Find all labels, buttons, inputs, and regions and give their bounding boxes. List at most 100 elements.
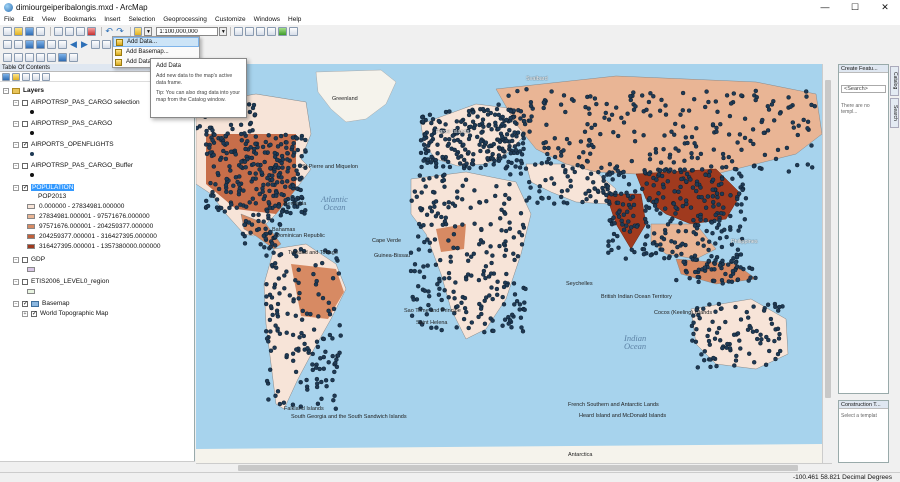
catalog-tab[interactable]: Catalog [890,66,899,96]
paste-icon[interactable] [75,27,85,36]
layer-row[interactable]: − AIRPORTS_OPENFLIGHTS [13,140,114,149]
back-extent-icon[interactable]: ◀ [69,40,78,49]
delete-icon[interactable] [86,27,96,36]
layer-visibility-checkbox[interactable] [22,141,28,148]
collapse-icon[interactable]: − [13,99,19,106]
list-by-source-icon[interactable] [12,72,20,81]
menu-help[interactable]: Help [284,16,305,23]
identify-icon[interactable] [3,53,12,62]
layer-row-population[interactable]: − POPULATION [13,183,75,192]
layer-row[interactable]: + World Topographic Map [22,309,108,318]
layer-row[interactable]: − ETIS2006_LEVEL0_region [13,277,109,286]
pan-icon[interactable] [25,40,34,49]
map-scale-input[interactable] [156,27,219,36]
toc-options-icon[interactable] [42,72,50,81]
collapse-icon[interactable]: − [3,87,9,94]
save-icon[interactable] [24,27,34,36]
menu-item-add-basemap[interactable]: Add Basemap... [113,47,199,57]
menu-windows[interactable]: Windows [250,16,284,23]
collapse-icon[interactable]: − [13,162,19,169]
cut-icon[interactable] [53,27,63,36]
arctoolbox-icon[interactable] [278,27,288,36]
html-popup-icon[interactable] [47,53,56,62]
layer-visibility-checkbox[interactable] [22,120,28,127]
layers-root[interactable]: − Layers [3,86,44,95]
layer-visibility-checkbox[interactable] [22,184,28,191]
create-viewer-icon[interactable] [69,53,78,62]
list-by-visibility-icon[interactable] [22,72,30,81]
menu-customize[interactable]: Customize [211,16,250,23]
find-icon[interactable] [14,53,23,62]
copy-icon[interactable] [64,27,74,36]
open-folder-icon[interactable] [13,27,23,36]
forward-extent-icon[interactable]: ▶ [80,40,89,49]
clear-selection-icon[interactable] [102,40,111,49]
layer-visibility-checkbox[interactable] [22,162,28,169]
layer-row[interactable]: − AIRPOTRSP_PAS_CARGO_Buffer [13,161,133,170]
new-document-icon[interactable] [3,27,12,36]
list-by-selection-icon[interactable] [32,72,40,81]
airport-point [698,151,704,157]
print-icon[interactable] [35,27,45,36]
layer-row[interactable]: − GDP [13,255,45,264]
search-tab[interactable]: Search [890,98,899,128]
zoom-in-icon[interactable] [3,40,12,49]
menu-file[interactable]: File [0,16,18,23]
time-slider-icon[interactable] [58,53,67,62]
editor-toolbar-icon[interactable] [234,27,244,36]
python-window-icon[interactable] [289,27,299,36]
layer-visibility-checkbox[interactable] [22,278,28,285]
list-by-drawing-order-icon[interactable] [2,72,10,81]
hyperlink-icon[interactable] [36,53,45,62]
template-search-input[interactable]: <Search> [841,85,886,93]
menu-insert[interactable]: Insert [100,16,124,23]
add-data-dropdown-icon[interactable]: ▼ [144,27,153,36]
scale-dropdown-icon[interactable]: ▼ [219,27,228,36]
menu-bookmarks[interactable]: Bookmarks [60,16,101,23]
collapse-icon[interactable]: − [13,120,19,127]
airport-point [284,269,289,274]
map-horizontal-scrollbar[interactable] [196,463,832,471]
undo-icon[interactable]: ↶ [105,27,114,36]
table-of-contents-icon[interactable] [245,27,255,36]
catalog-icon[interactable] [256,27,266,36]
scrollbar-thumb[interactable] [825,80,831,398]
redo-icon[interactable]: ↷ [116,27,125,36]
layer-row[interactable]: − AIRPOTRSP_PAS_CARGO selection [13,98,140,107]
layer-visibility-checkbox[interactable] [31,310,37,317]
collapse-icon[interactable]: − [13,256,19,263]
minimize-button[interactable]: — [810,0,840,14]
select-features-icon[interactable] [91,40,100,49]
expand-icon[interactable]: + [22,310,28,317]
airport-point [469,273,474,278]
maximize-button[interactable]: ☐ [840,0,870,14]
airport-point [471,251,476,257]
collapse-icon[interactable]: − [13,300,19,307]
world-map[interactable] [196,64,822,463]
full-extent-icon[interactable] [36,40,45,49]
map-view[interactable]: Greenland St Pierre and Miquelon Atlanti… [196,64,822,463]
label-south-georgia: South Georgia and the South Sandwich Isl… [291,414,407,420]
close-button[interactable]: ✕ [870,0,900,14]
collapse-icon[interactable]: − [13,278,19,285]
layer-row-basemap[interactable]: − Basemap [13,299,69,308]
zoom-out-icon[interactable] [14,40,23,49]
add-data-icon[interactable] [133,27,143,36]
collapse-icon[interactable]: − [13,141,19,148]
menu-selection[interactable]: Selection [124,16,159,23]
layer-row[interactable]: − AIRPOTRSP_PAS_CARGO [13,119,112,128]
fixed-zoom-in-icon[interactable] [47,40,56,49]
layer-visibility-checkbox[interactable] [22,256,28,263]
map-vertical-scrollbar[interactable] [822,64,832,463]
layer-visibility-checkbox[interactable] [22,300,28,307]
collapse-icon[interactable]: − [13,184,19,191]
measure-icon[interactable] [25,53,34,62]
fixed-zoom-out-icon[interactable] [58,40,67,49]
menu-view[interactable]: View [38,16,60,23]
search-window-icon[interactable] [267,27,277,36]
layer-visibility-checkbox[interactable] [22,99,28,106]
menu-geoprocessing[interactable]: Geoprocessing [159,16,211,23]
menu-item-add-data[interactable]: Add Data... [113,37,199,47]
scrollbar-thumb[interactable] [238,465,798,471]
menu-edit[interactable]: Edit [18,16,37,23]
